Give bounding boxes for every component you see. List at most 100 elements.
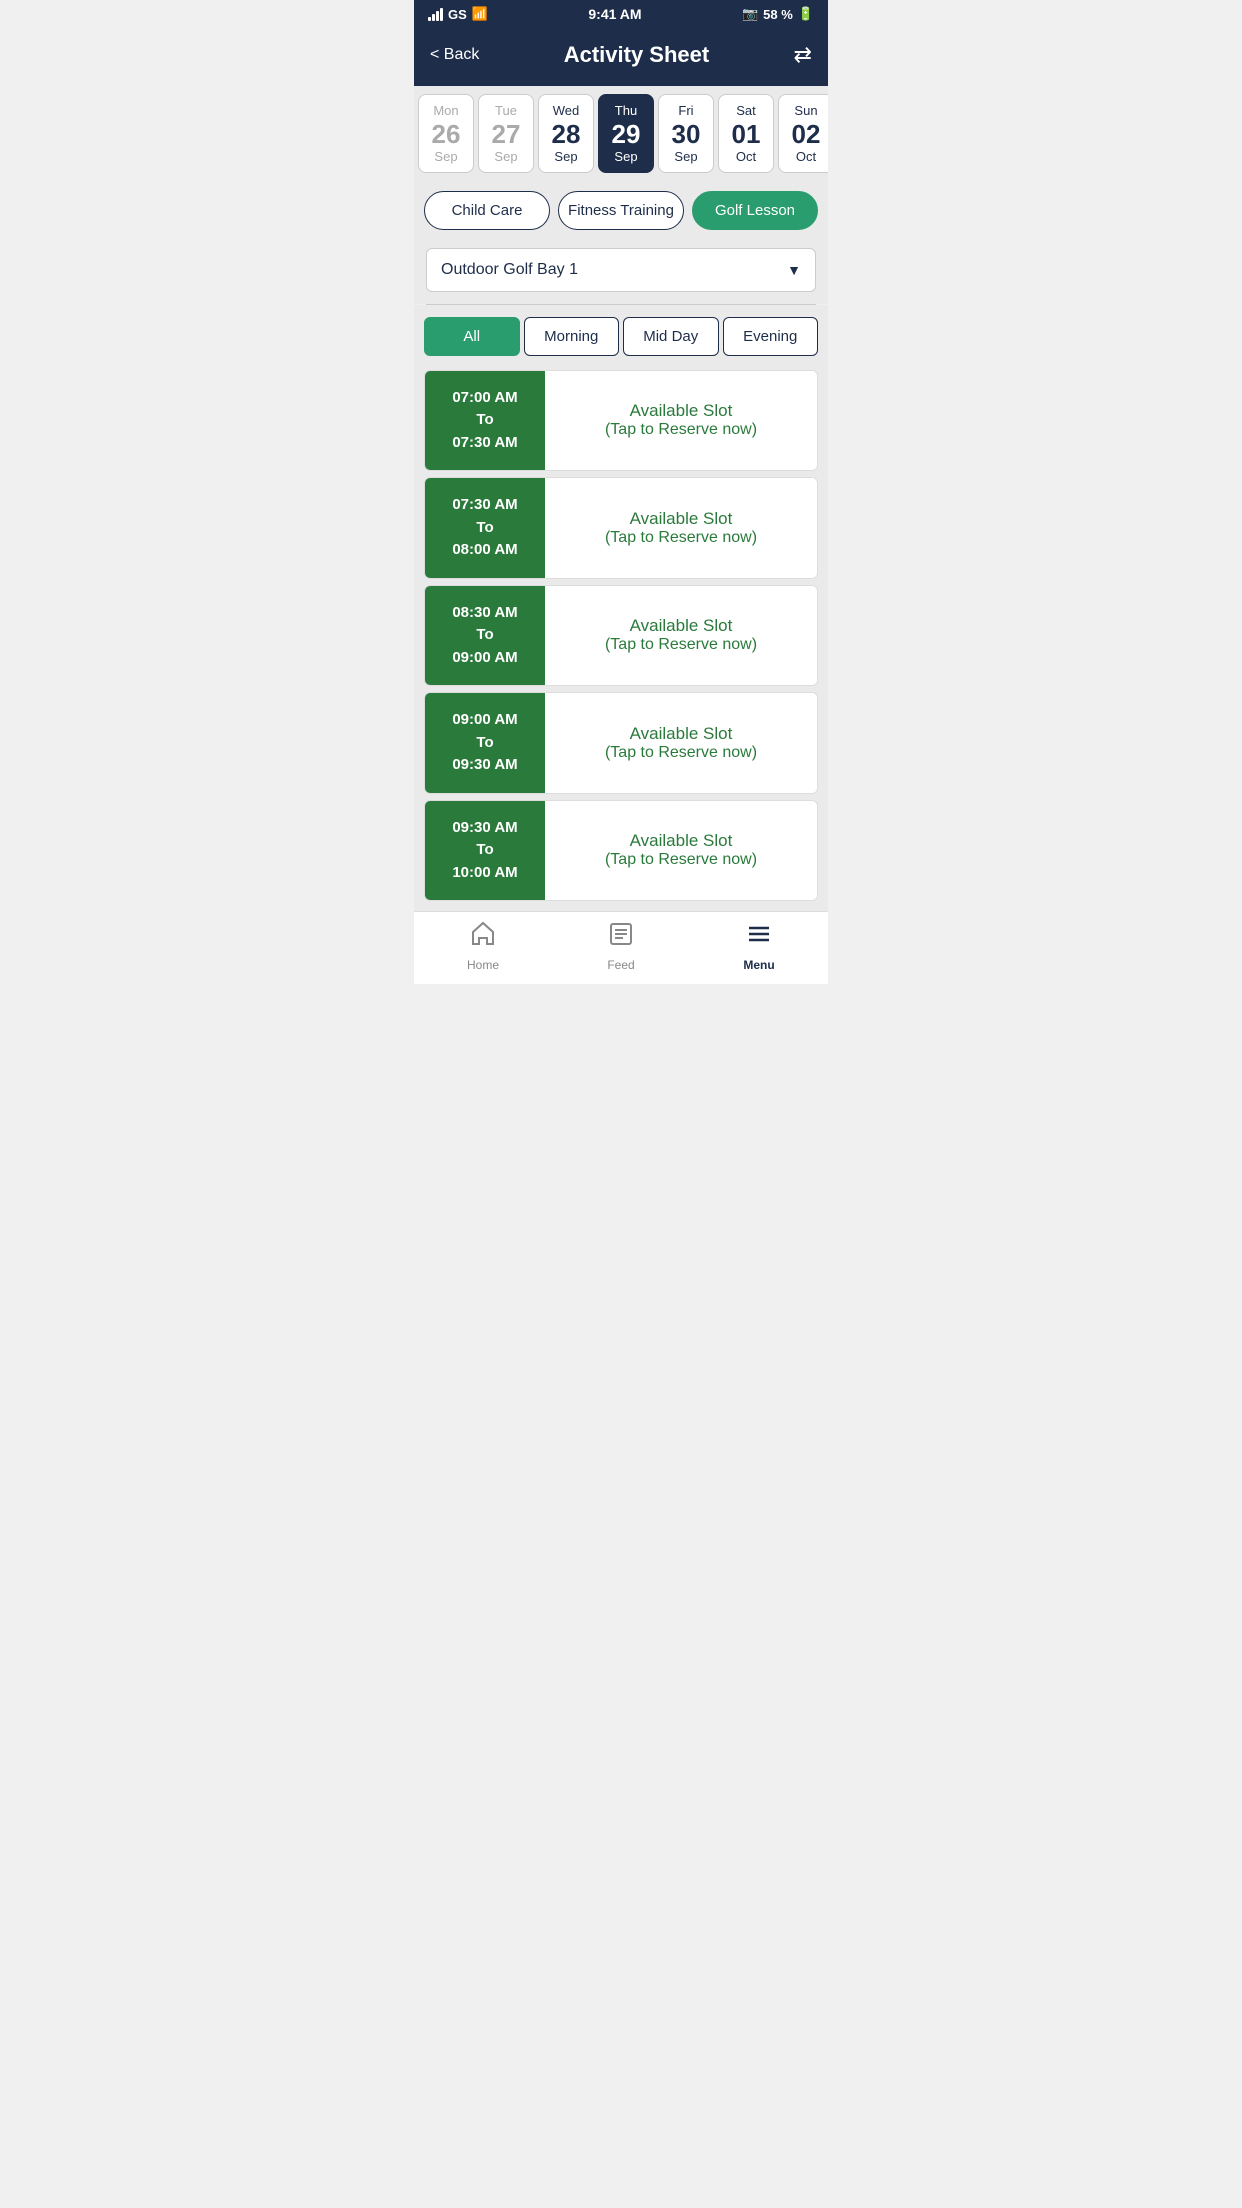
cal-dow: Thu: [615, 103, 637, 118]
page-title: Activity Sheet: [564, 42, 710, 68]
category-button-1[interactable]: Fitness Training: [558, 191, 684, 230]
bluetooth-icon: 📷: [742, 6, 758, 22]
header: < Back Activity Sheet ⇄: [414, 28, 828, 86]
back-button[interactable]: < Back: [430, 46, 479, 64]
slot-to-4: To: [476, 839, 493, 862]
status-bar: GS 📶 9:41 AM 📷 58 % 🔋: [414, 0, 828, 28]
bottom-nav: Home Feed Menu: [414, 911, 828, 984]
nav-label-menu: Menu: [743, 958, 774, 972]
slot-to-0: To: [476, 409, 493, 432]
slot-end-3: 09:30 AM: [452, 754, 517, 777]
slot-row-3[interactable]: 09:00 AM To 09:30 AM Available Slot (Tap…: [424, 692, 818, 794]
nav-label-home: Home: [467, 958, 499, 972]
slot-end-1: 08:00 AM: [452, 539, 517, 562]
calendar-strip: Mon 26 Sep Tue 27 Sep Wed 28 Sep Thu 29 …: [414, 86, 828, 181]
slot-available-4: Available Slot: [630, 831, 733, 851]
slot-content-3: Available Slot (Tap to Reserve now): [545, 693, 817, 793]
cal-month: Sep: [494, 149, 517, 164]
slot-start-2: 08:30 AM: [452, 602, 517, 625]
cal-month: Sep: [554, 149, 577, 164]
cal-dow: Wed: [553, 103, 580, 118]
cal-dow: Sat: [736, 103, 756, 118]
slot-end-0: 07:30 AM: [452, 432, 517, 455]
slot-tap-3: (Tap to Reserve now): [605, 744, 757, 762]
slot-time-2: 08:30 AM To 09:00 AM: [425, 586, 545, 686]
slot-tap-1: (Tap to Reserve now): [605, 529, 757, 547]
cal-month: Sep: [674, 149, 697, 164]
cal-dow: Mon: [433, 103, 458, 118]
slot-time-4: 09:30 AM To 10:00 AM: [425, 801, 545, 901]
cal-dow: Sun: [794, 103, 817, 118]
time-filter-button-1[interactable]: Morning: [524, 317, 620, 356]
time-filter: AllMorningMid DayEvening: [414, 305, 828, 370]
carrier-label: GS: [448, 7, 467, 22]
status-time: 9:41 AM: [588, 6, 641, 22]
battery-label: 58 %: [763, 7, 793, 22]
slot-tap-4: (Tap to Reserve now): [605, 851, 757, 869]
slot-row-1[interactable]: 07:30 AM To 08:00 AM Available Slot (Tap…: [424, 477, 818, 579]
slot-start-0: 07:00 AM: [452, 387, 517, 410]
slot-content-2: Available Slot (Tap to Reserve now): [545, 586, 817, 686]
slot-content-0: Available Slot (Tap to Reserve now): [545, 371, 817, 471]
nav-item-home[interactable]: Home: [414, 920, 552, 972]
slot-row-2[interactable]: 08:30 AM To 09:00 AM Available Slot (Tap…: [424, 585, 818, 687]
slot-available-2: Available Slot: [630, 616, 733, 636]
calendar-day-1[interactable]: Tue 27 Sep: [478, 94, 534, 173]
slot-tap-2: (Tap to Reserve now): [605, 636, 757, 654]
slot-end-2: 09:00 AM: [452, 647, 517, 670]
dropdown-arrow-icon: ▼: [787, 262, 801, 278]
slot-time-0: 07:00 AM To 07:30 AM: [425, 371, 545, 471]
cal-date: 27: [492, 120, 521, 149]
nav-item-menu[interactable]: Menu: [690, 920, 828, 972]
slot-end-4: 10:00 AM: [452, 862, 517, 885]
slot-start-4: 09:30 AM: [452, 817, 517, 840]
slot-available-1: Available Slot: [630, 509, 733, 529]
cal-date: 30: [672, 120, 701, 149]
slot-time-1: 07:30 AM To 08:00 AM: [425, 478, 545, 578]
cal-month: Oct: [736, 149, 756, 164]
nav-item-feed[interactable]: Feed: [552, 920, 690, 972]
calendar-day-6[interactable]: Sun 02 Oct: [778, 94, 828, 173]
dropdown-row: Outdoor Golf Bay 1 ▼: [414, 244, 828, 304]
slot-row-4[interactable]: 09:30 AM To 10:00 AM Available Slot (Tap…: [424, 800, 818, 902]
calendar-day-3[interactable]: Thu 29 Sep: [598, 94, 654, 173]
category-row: Child CareFitness TrainingGolf Lesson: [414, 181, 828, 244]
calendar-day-0[interactable]: Mon 26 Sep: [418, 94, 474, 173]
time-filter-button-0[interactable]: All: [424, 317, 520, 356]
venue-dropdown[interactable]: Outdoor Golf Bay 1 ▼: [426, 248, 816, 292]
cal-date: 01: [732, 120, 761, 149]
slot-start-3: 09:00 AM: [452, 709, 517, 732]
cal-date: 28: [552, 120, 581, 149]
category-button-0[interactable]: Child Care: [424, 191, 550, 230]
time-filter-button-3[interactable]: Evening: [723, 317, 819, 356]
category-button-2[interactable]: Golf Lesson: [692, 191, 818, 230]
dropdown-value: Outdoor Golf Bay 1: [441, 261, 578, 279]
calendar-day-4[interactable]: Fri 30 Sep: [658, 94, 714, 173]
slot-available-0: Available Slot: [630, 401, 733, 421]
nav-icon-menu: [745, 920, 773, 955]
swap-icon[interactable]: ⇄: [794, 42, 812, 68]
calendar-day-2[interactable]: Wed 28 Sep: [538, 94, 594, 173]
slots-container: 07:00 AM To 07:30 AM Available Slot (Tap…: [414, 370, 828, 912]
cal-date: 26: [432, 120, 461, 149]
cal-date: 02: [792, 120, 821, 149]
slot-content-1: Available Slot (Tap to Reserve now): [545, 478, 817, 578]
slot-to-3: To: [476, 732, 493, 755]
cal-month: Sep: [434, 149, 457, 164]
status-left: GS 📶: [428, 6, 488, 22]
slot-row-0[interactable]: 07:00 AM To 07:30 AM Available Slot (Tap…: [424, 370, 818, 472]
cal-dow: Tue: [495, 103, 517, 118]
slot-to-2: To: [476, 624, 493, 647]
nav-icon-feed: [607, 920, 635, 955]
cal-dow: Fri: [678, 103, 693, 118]
wifi-icon: 📶: [472, 6, 488, 22]
cal-date: 29: [612, 120, 641, 149]
cal-month: Sep: [614, 149, 637, 164]
slot-start-1: 07:30 AM: [452, 494, 517, 517]
calendar-day-5[interactable]: Sat 01 Oct: [718, 94, 774, 173]
cal-month: Oct: [796, 149, 816, 164]
status-right: 📷 58 % 🔋: [742, 6, 814, 22]
time-filter-button-2[interactable]: Mid Day: [623, 317, 719, 356]
slot-to-1: To: [476, 517, 493, 540]
slot-time-3: 09:00 AM To 09:30 AM: [425, 693, 545, 793]
